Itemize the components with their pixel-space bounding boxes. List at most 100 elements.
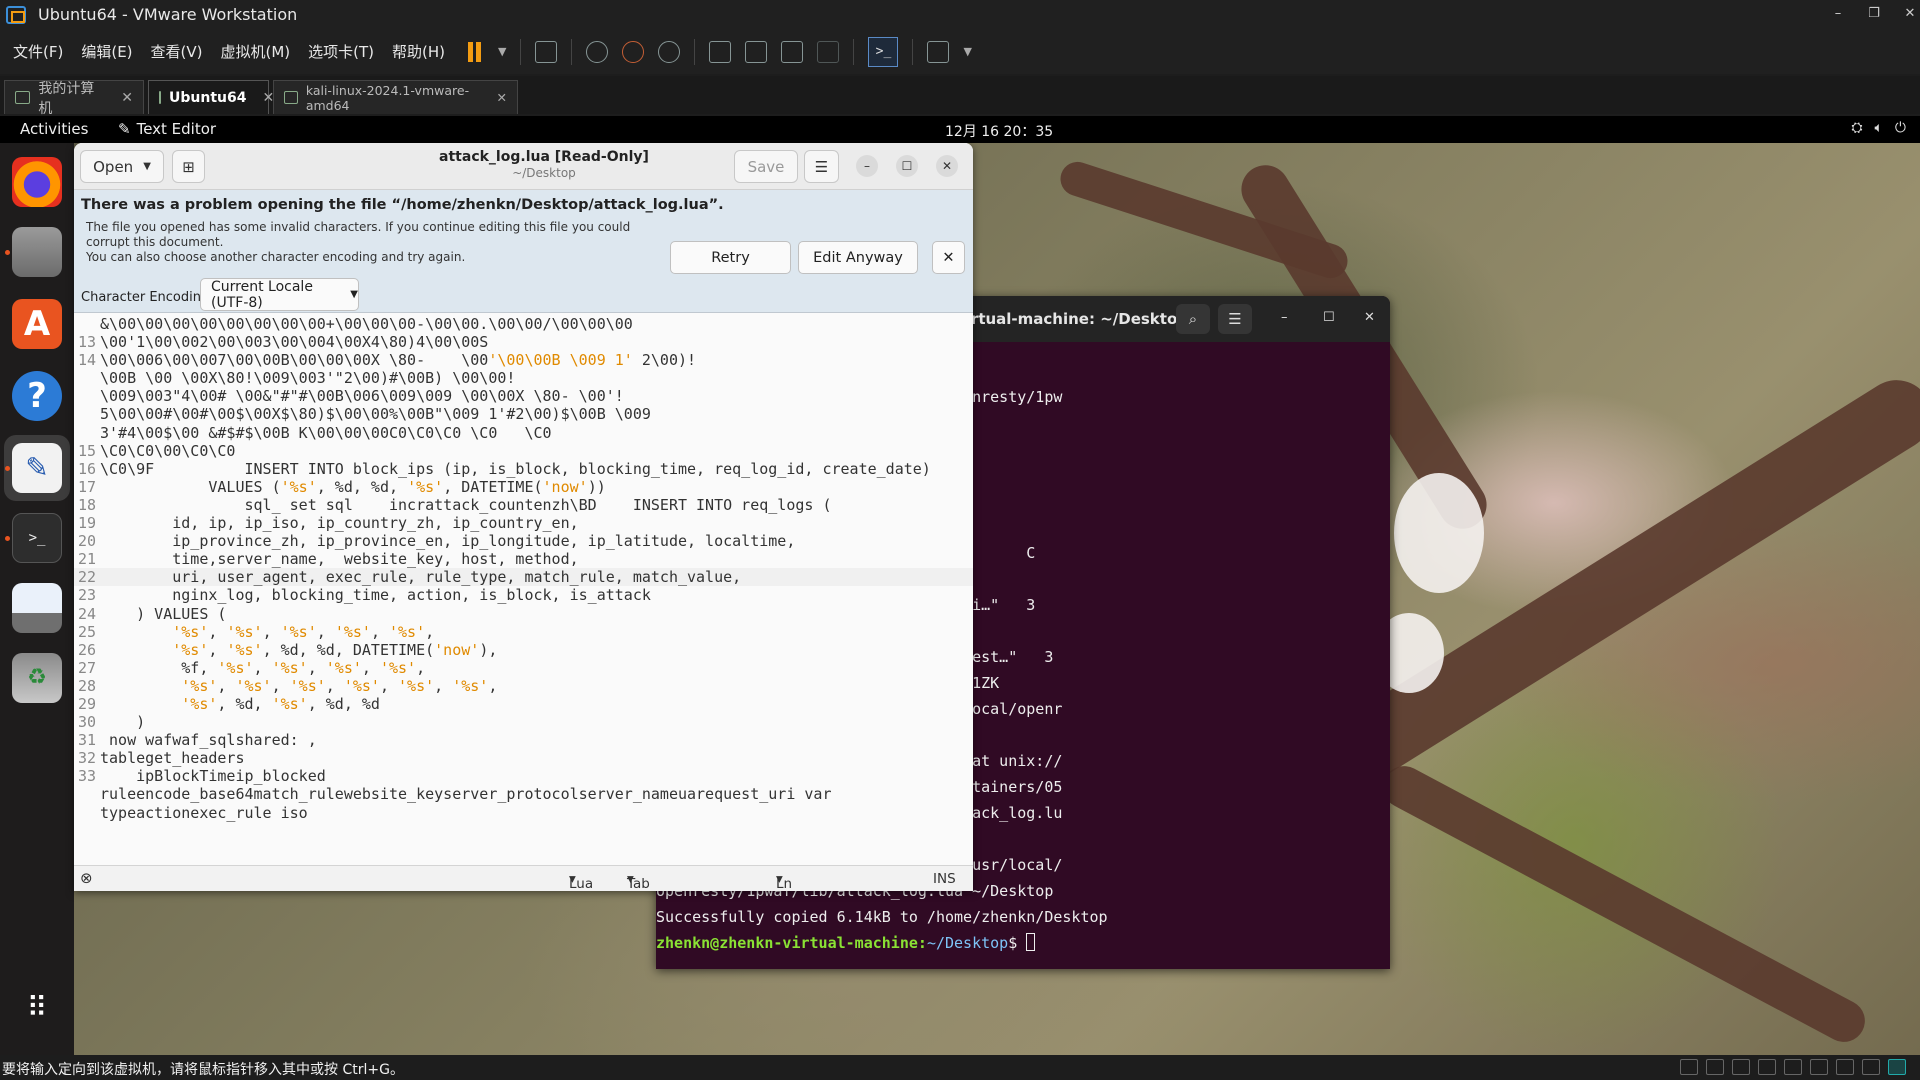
menu-vm[interactable]: 虚拟机(M) xyxy=(212,41,300,62)
message-icon[interactable] xyxy=(1888,1059,1906,1075)
code-line[interactable]: 19 id, ip, ip_iso, ip_country_zh, ip_cou… xyxy=(74,514,973,532)
retry-button[interactable]: Retry xyxy=(670,241,791,274)
tab-my-computer[interactable]: 我的计算机 ✕ xyxy=(4,80,144,117)
menu-tabs[interactable]: 选项卡(T) xyxy=(299,41,383,62)
stretch-guest-icon[interactable] xyxy=(927,40,950,63)
terminal-icon[interactable]: >_ xyxy=(12,513,62,563)
code-line[interactable]: 25 '%s', '%s', '%s', '%s', '%s', xyxy=(74,623,973,641)
cd-drive-icon[interactable] xyxy=(1706,1059,1724,1075)
revert-snapshot-icon[interactable] xyxy=(622,40,645,63)
maximize-button[interactable]: ☐ xyxy=(896,155,918,177)
activities-button[interactable]: Activities xyxy=(20,120,88,138)
unity-icon[interactable] xyxy=(817,40,840,63)
library-view-icon[interactable] xyxy=(709,40,732,63)
close-infobar-icon[interactable]: ✕ xyxy=(932,241,965,274)
code-line[interactable]: 32 tableget_headers xyxy=(74,749,973,767)
code-line[interactable]: 24 ) VALUES ( xyxy=(74,605,973,623)
software-icon[interactable]: A xyxy=(12,299,62,349)
tab-kali-linux[interactable]: kali-linux-2024.1-vmware-amd64 ✕ xyxy=(273,80,518,114)
help-icon[interactable]: ? xyxy=(12,371,62,421)
full-screen-icon[interactable] xyxy=(781,40,804,63)
firefox-icon[interactable] xyxy=(12,157,62,207)
snapshot-icon[interactable] xyxy=(586,40,609,63)
maximize-button[interactable]: ☐ xyxy=(1323,310,1335,325)
clock[interactable]: 12月 16 20：35 xyxy=(945,121,1053,141)
menu-edit[interactable]: 编辑(E) xyxy=(72,41,141,62)
code-line[interactable]: 17 VALUES ('%s', %d, %d, '%s', DATETIME(… xyxy=(74,478,973,496)
stretch-dropdown-icon[interactable]: ▼ xyxy=(963,45,971,58)
network-adapter-icon[interactable] xyxy=(1758,1059,1776,1075)
code-line[interactable]: &\00\00\00\00\00\00\00\00+\00\00\00-\00\… xyxy=(74,315,973,333)
language-selector[interactable]: Lua ▾ xyxy=(569,871,593,891)
code-line[interactable]: 22 uri, user_agent, exec_rule, rule_type… xyxy=(74,568,973,587)
console-view-icon[interactable]: >_ xyxy=(868,36,899,67)
tab-close-icon[interactable]: ✕ xyxy=(497,90,507,105)
document-icon[interactable] xyxy=(12,583,62,633)
close-button[interactable]: ✕ xyxy=(1892,0,1920,29)
minimize-button[interactable]: – xyxy=(1820,0,1856,29)
code-line[interactable]: 21 time,server_name, website_key, host, … xyxy=(74,550,973,568)
code-line[interactable]: \00B \00 \00X\80!\009\003'"2\00)#\00B) \… xyxy=(74,369,973,387)
code-line[interactable]: 33 ipBlockTimeip_blocked xyxy=(74,767,973,785)
new-tab-button[interactable]: ⊞ xyxy=(172,150,205,183)
code-line[interactable]: 14 \00\006\00\007\00\00B\00\00\00X \80- \… xyxy=(74,351,973,369)
insert-mode[interactable]: INS xyxy=(933,871,956,887)
edit-anyway-button[interactable]: Edit Anyway xyxy=(798,241,918,274)
trash-icon[interactable]: ♻ xyxy=(12,653,62,703)
code-view[interactable]: &\00\00\00\00\00\00\00\00+\00\00\00-\00\… xyxy=(74,313,973,865)
code-line[interactable]: 28 '%s', '%s', '%s', '%s', '%s', '%s', xyxy=(74,677,973,695)
floppy-icon[interactable] xyxy=(1732,1059,1750,1075)
usb-icon[interactable] xyxy=(1784,1059,1802,1075)
send-keys-icon[interactable] xyxy=(535,40,558,63)
text-editor-icon[interactable]: ✎ xyxy=(12,443,62,493)
tab-ubuntu64[interactable]: Ubuntu64 ✕ xyxy=(148,80,274,114)
hamburger-menu-icon[interactable]: ☰ xyxy=(804,150,839,183)
code-line[interactable]: 18 sql_ set sql incrattack_countenzh\BD … xyxy=(74,496,973,514)
code-line[interactable]: 23 nginx_log, blocking_time, action, is_… xyxy=(74,586,973,604)
printer-icon[interactable] xyxy=(1810,1059,1828,1075)
pause-icon[interactable] xyxy=(466,41,484,63)
menu-help[interactable]: 帮助(H) xyxy=(383,41,454,62)
sound-icon[interactable] xyxy=(1836,1059,1854,1075)
files-icon[interactable] xyxy=(12,227,62,277)
system-tray[interactable]: ⛭ 🔈︎ ⏻ xyxy=(1851,120,1906,136)
code-line[interactable]: 20 ip_province_zh, ip_province_en, ip_lo… xyxy=(74,532,973,550)
close-button[interactable]: ✕ xyxy=(936,155,958,177)
search-icon[interactable]: ⌕ xyxy=(1176,304,1210,334)
code-line[interactable]: ruleencode_base64match_rulewebsite_keyse… xyxy=(74,785,973,803)
code-line[interactable]: 5\00\00#\00#\00$\00X$\80)$\00\00%\00B"\0… xyxy=(74,405,973,423)
hamburger-menu-icon[interactable]: ☰ xyxy=(1218,304,1252,334)
code-line[interactable]: \009\003"4\00# \00&"#"#\00B\006\009\009 … xyxy=(74,387,973,405)
code-line[interactable]: 3'#4\00$\00 &#$#$\00B K\00\00\00C0\C0\C0… xyxy=(74,424,973,442)
minimize-button[interactable]: – xyxy=(1281,310,1288,325)
minimize-button[interactable]: – xyxy=(856,155,878,177)
close-circle-icon[interactable]: ⊗ xyxy=(80,869,93,887)
code-line[interactable]: 27 %f, '%s', '%s', '%s', '%s', xyxy=(74,659,973,677)
code-line[interactable]: 15 \C0\C0\00\C0\C0 xyxy=(74,442,973,460)
code-line[interactable]: 29 '%s', %d, '%s', %d, %d xyxy=(74,695,973,713)
menu-view[interactable]: 查看(V) xyxy=(142,41,212,62)
save-button[interactable]: Save xyxy=(734,150,798,183)
display-icon[interactable] xyxy=(1862,1059,1880,1075)
restore-button[interactable]: ❐ xyxy=(1856,0,1892,29)
code-line[interactable]: typeactionexec_rule iso xyxy=(74,804,973,822)
tab-width-selector[interactable]: Tab Width: 8 ▾ xyxy=(627,871,650,891)
code-line[interactable]: 16 \C0\9F INSERT INTO block_ips (ip, is_b… xyxy=(74,460,973,478)
thumbnail-view-icon[interactable] xyxy=(745,40,768,63)
text-editor-window[interactable]: Open ▼ ⊞ attack_log.lua [Read-Only] ~/De… xyxy=(74,143,973,891)
cursor-position[interactable]: Ln 22, Col 72 ▾ xyxy=(776,871,792,891)
code-line[interactable]: 13 \00'1\00\002\00\003\00\004\00X4\80)4\0… xyxy=(74,333,973,351)
code-line[interactable]: 31 now wafwaf_sqlshared: , xyxy=(74,731,973,749)
code-line[interactable]: 26 '%s', '%s', %d, %d, DATETIME('now'), xyxy=(74,641,973,659)
close-button[interactable]: ✕ xyxy=(1364,310,1375,325)
tab-close-icon[interactable]: ✕ xyxy=(121,90,133,106)
menu-file[interactable]: 文件(F) xyxy=(4,41,72,62)
open-button[interactable]: Open ▼ xyxy=(80,150,164,183)
snapshot-manager-icon[interactable] xyxy=(658,40,681,63)
app-grid-icon[interactable]: ⠿ xyxy=(12,983,62,1033)
code-line[interactable]: 30 ) xyxy=(74,713,973,731)
app-menu[interactable]: ✎ Text Editor xyxy=(118,120,216,138)
hard-disk-icon[interactable] xyxy=(1680,1059,1698,1075)
pause-dropdown-icon[interactable]: ▼ xyxy=(498,45,506,58)
encoding-dropdown[interactable]: Current Locale (UTF-8) ▼ xyxy=(200,278,359,311)
